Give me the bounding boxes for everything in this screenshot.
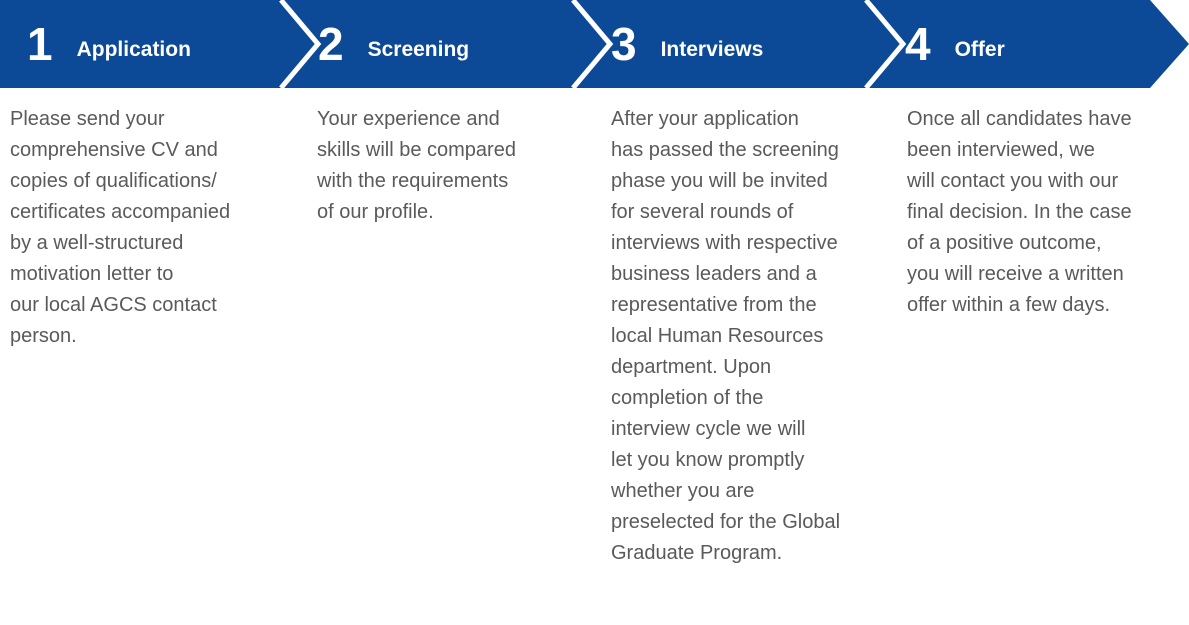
step-description-application: Please send your comprehensive CV and co… bbox=[10, 104, 272, 352]
step-header-screening: 2 Screening bbox=[318, 0, 469, 88]
step-description-screening: Your experience and skills will be compa… bbox=[317, 104, 579, 228]
description-line: for several rounds of bbox=[611, 201, 794, 223]
description-line: been interviewed, we bbox=[907, 139, 1095, 161]
description-line: phase you will be invited bbox=[611, 170, 828, 192]
description-line: interview cycle we will bbox=[611, 418, 806, 440]
description-line: comprehensive CV and bbox=[10, 139, 218, 161]
step-number: 4 bbox=[905, 18, 931, 70]
step-number: 1 bbox=[27, 18, 53, 70]
description-line: Once all candidates have bbox=[907, 108, 1132, 130]
description-line: by a well-structured bbox=[10, 232, 184, 254]
step-title: Application bbox=[76, 37, 191, 61]
description-line: whether you are bbox=[611, 480, 755, 502]
description-line: representative from the bbox=[611, 294, 817, 316]
description-line: will contact you with our bbox=[907, 170, 1119, 192]
step-title: Interviews bbox=[660, 37, 764, 61]
description-line: certificates accompanied bbox=[10, 201, 231, 223]
description-line: person. bbox=[10, 325, 77, 347]
step-title: Screening bbox=[367, 37, 470, 61]
description-line: interviews with respective bbox=[611, 232, 838, 254]
step-description-offer: Once all candidates have been interviewe… bbox=[907, 104, 1169, 321]
description-line: let you know promptly bbox=[611, 449, 805, 471]
description-line: of a positive outcome, bbox=[907, 232, 1102, 254]
description-line: preselected for the Global bbox=[611, 511, 841, 533]
description-line: business leaders and a bbox=[611, 263, 817, 285]
description-line: of our profile. bbox=[317, 201, 434, 223]
description-line: department. Upon bbox=[611, 356, 772, 378]
description-line: offer within a few days. bbox=[907, 294, 1111, 316]
description-line: Please send your bbox=[10, 108, 165, 130]
step-description-interviews: After your application has passed the sc… bbox=[611, 104, 873, 569]
step-header-offer: 4 Offer bbox=[905, 0, 1005, 88]
description-line: final decision. In the case bbox=[907, 201, 1132, 223]
description-line: has passed the screening bbox=[611, 139, 839, 161]
description-line: with the requirements bbox=[317, 170, 509, 192]
step-number: 2 bbox=[318, 18, 344, 70]
description-line: you will receive a written bbox=[907, 263, 1124, 285]
description-line: Your experience and bbox=[317, 108, 500, 130]
description-line: completion of the bbox=[611, 387, 764, 409]
step-header-interviews: 3 Interviews bbox=[611, 0, 763, 88]
step-header-application: 1 Application bbox=[27, 0, 191, 88]
description-line: skills will be compared bbox=[317, 139, 516, 161]
description-line: our local AGCS contact bbox=[10, 294, 217, 316]
step-number: 3 bbox=[611, 18, 637, 70]
description-line: motivation letter to bbox=[10, 263, 174, 285]
description-line: local Human Resources bbox=[611, 325, 824, 347]
description-line: Graduate Program. bbox=[611, 542, 783, 564]
description-line: After your application bbox=[611, 108, 799, 130]
recruitment-process-diagram: 1 Application 2 Screening 3 Interviews 4… bbox=[0, 0, 1189, 625]
step-title: Offer bbox=[954, 37, 1005, 61]
description-line: copies of qualifications/ bbox=[10, 170, 217, 192]
